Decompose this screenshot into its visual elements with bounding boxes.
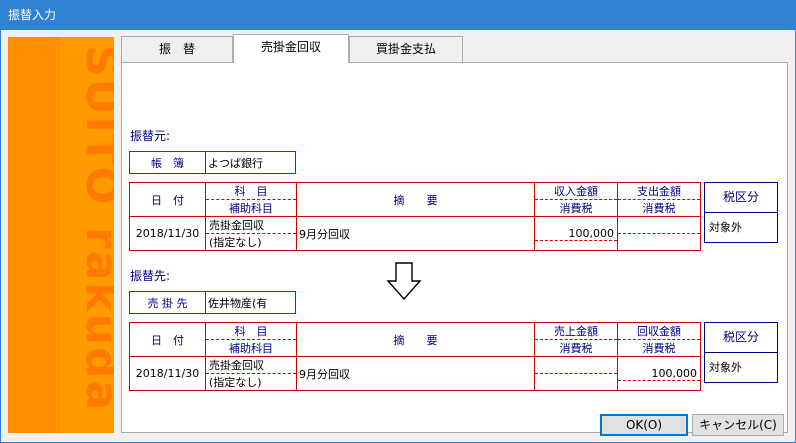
source-row: 2018/11/30 売掛金回収 (指定なし) 9月分回収 100,000 xyxy=(129,216,701,251)
destination-collection-cell[interactable]: 100,000 xyxy=(618,367,700,381)
destination-account-label: 売 掛 先 xyxy=(129,291,206,314)
source-header-tax: 税区分 xyxy=(705,183,777,213)
destination-entry-table: 日 付 科 目 補助科目 摘 要 売上金額 消費税 回収金額 消費税 2018/… xyxy=(129,322,701,391)
source-header-subject: 科 目 xyxy=(206,184,296,200)
source-header-income: 収入金額 xyxy=(535,184,617,200)
destination-header-sales-tax: 消費税 xyxy=(559,342,593,355)
source-heading: 振替元: xyxy=(130,129,171,143)
sidebar-brand-bottom: rakuda xyxy=(76,227,114,413)
tab-transfer[interactable]: 振 替 xyxy=(121,36,233,62)
destination-header-sub-subject: 補助科目 xyxy=(229,342,273,355)
source-header-expense: 支出金額 xyxy=(618,184,700,200)
source-account-label: 帳 簿 xyxy=(129,151,206,174)
source-summary-cell[interactable]: 9月分回収 xyxy=(296,216,535,251)
dialog-client: SUITO rakuda 振 替 売掛金回収 買掛金支払 振替元: 帳 簿 よつ… xyxy=(1,30,795,442)
window-title: 振替入力 xyxy=(0,0,796,30)
cancel-button[interactable]: キャンセル(C) xyxy=(692,414,784,436)
source-entry-table: 日 付 科 目 補助科目 摘 要 収入金額 消費税 支出金額 消費税 2018/… xyxy=(129,182,701,251)
destination-subject-cell[interactable]: 売掛金回収 xyxy=(206,358,296,374)
source-header-summary: 摘 要 xyxy=(296,182,535,217)
source-account-table: 帳 簿 よつば銀行 xyxy=(129,151,296,174)
destination-date-cell[interactable]: 2018/11/30 xyxy=(129,356,206,391)
source-account-value[interactable]: よつば銀行 xyxy=(205,151,296,174)
destination-header-date: 日 付 xyxy=(129,322,206,357)
destination-header-tax: 税区分 xyxy=(705,323,777,353)
destination-header-collection-tax: 消費税 xyxy=(642,342,676,355)
source-tax-box: 税区分 対象外 xyxy=(704,182,778,243)
source-date-cell[interactable]: 2018/11/30 xyxy=(129,216,206,251)
source-expense-cell[interactable] xyxy=(618,233,700,234)
sidebar-brand-top: SUITO xyxy=(76,45,114,207)
destination-tax-box: 税区分 対象外 xyxy=(704,322,778,383)
ok-button[interactable]: OK(O) xyxy=(600,414,688,436)
source-header-date: 日 付 xyxy=(129,182,206,217)
source-income-cell[interactable]: 100,000 xyxy=(535,227,617,241)
tab-payable-payment[interactable]: 買掛金支払 xyxy=(349,36,463,62)
destination-row: 2018/11/30 売掛金回収 (指定なし) 9月分回収 100,000 xyxy=(129,356,701,391)
tab-receivable-collection[interactable]: 売掛金回収 xyxy=(233,34,349,63)
sidebar-banner: SUITO rakuda xyxy=(8,37,114,433)
sidebar-stripe xyxy=(8,37,60,433)
destination-header-subject: 科 目 xyxy=(206,324,296,340)
source-header-expense-tax: 消費税 xyxy=(642,202,676,215)
destination-tax-cell[interactable]: 対象外 xyxy=(705,353,777,383)
destination-sub-subject-cell[interactable]: (指定なし) xyxy=(207,374,296,390)
destination-header-sales: 売上金額 xyxy=(535,324,617,340)
source-header-sub-subject: 補助科目 xyxy=(229,202,273,215)
destination-sales-cell[interactable] xyxy=(535,373,617,374)
destination-heading: 振替先: xyxy=(130,269,171,283)
source-header-income-tax: 消費税 xyxy=(559,202,593,215)
destination-account-table: 売 掛 先 佐井物産(有 xyxy=(129,291,296,314)
source-tax-cell[interactable]: 対象外 xyxy=(705,213,777,243)
destination-summary-cell[interactable]: 9月分回収 xyxy=(296,356,535,391)
destination-header-collection: 回収金額 xyxy=(618,324,700,340)
destination-header-summary: 摘 要 xyxy=(296,322,535,357)
down-arrow-icon xyxy=(386,262,422,301)
source-sub-subject-cell[interactable]: (指定なし) xyxy=(207,234,296,250)
source-subject-cell[interactable]: 売掛金回収 xyxy=(206,218,296,234)
tab-panel: 振替元: 帳 簿 よつば銀行 日 付 科 目 補助科目 摘 要 収入金額 消費税… xyxy=(121,62,788,433)
destination-account-value[interactable]: 佐井物産(有 xyxy=(205,291,296,314)
